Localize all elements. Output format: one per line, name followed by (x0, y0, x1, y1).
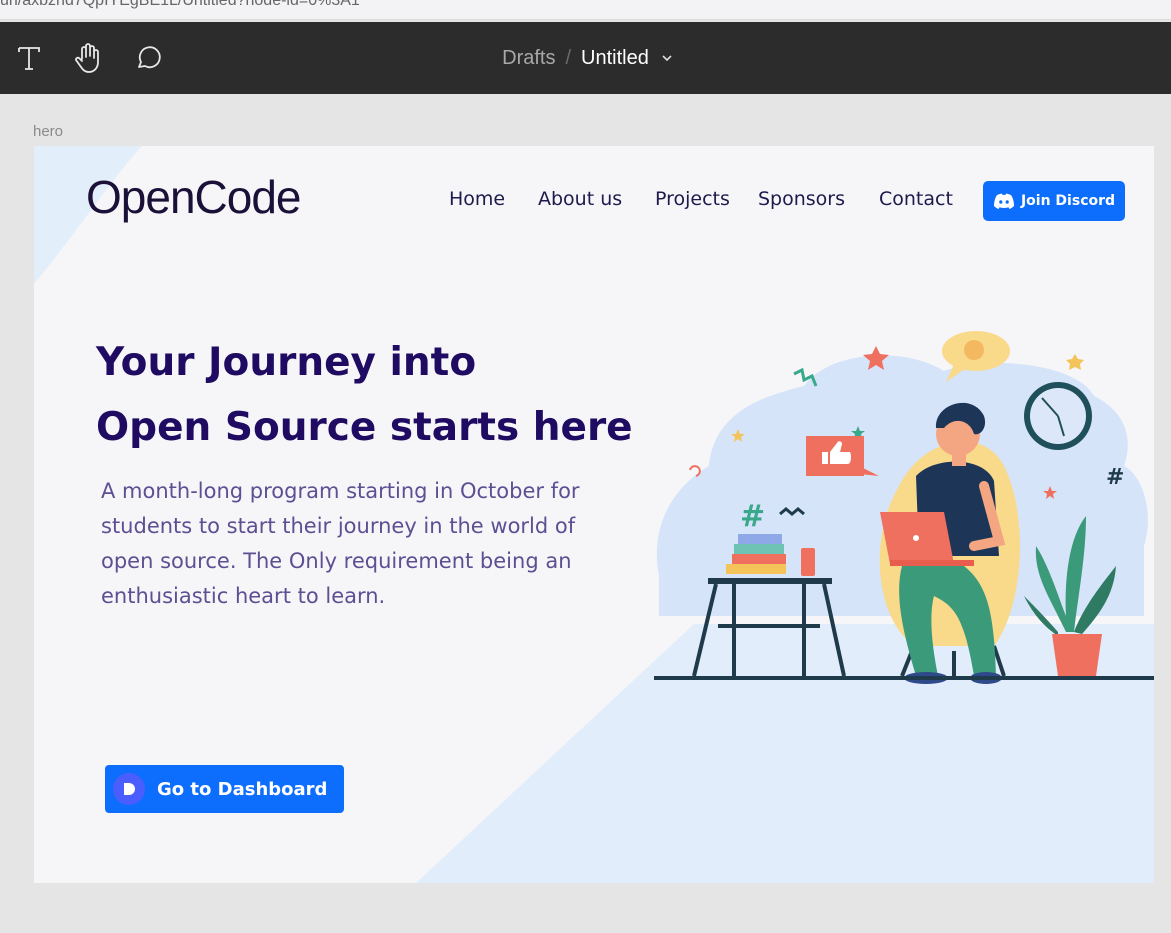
discord-icon (993, 193, 1014, 209)
developer-illustration: # # (654, 331, 1154, 684)
nav-about-us[interactable]: About us (538, 188, 622, 210)
join-discord-button[interactable]: Join Discord (983, 181, 1125, 221)
figma-toolbar: Drafts / Untitled (0, 22, 1171, 94)
opencode-logo[interactable]: OpenCode (86, 170, 301, 224)
hero-title: Your Journey into Open Source starts her… (96, 330, 656, 460)
nav-projects[interactable]: Projects (655, 188, 730, 210)
dashboard-logo-icon (113, 773, 145, 805)
browser-url-bar[interactable]: un/axbzhd7QpIYEgBE1L/Untitled?node-id=0%… (0, 0, 1171, 20)
hash-icon: # (1106, 465, 1124, 490)
hash-icon: # (740, 499, 765, 534)
hero-title-line-2: Open Source starts here (96, 405, 633, 450)
plant-pot (1052, 634, 1102, 676)
hero-title-line-1: Your Journey into (96, 340, 477, 385)
chevron-down-icon[interactable] (661, 54, 673, 62)
join-discord-label: Join Discord (1020, 193, 1116, 209)
hero-description: A month-long program starting in October… (101, 479, 580, 608)
nav-home[interactable]: Home (449, 188, 505, 210)
hero-frame[interactable]: OpenCode Home About us Projects Sponsors… (34, 146, 1154, 883)
go-to-dashboard-label: Go to Dashboard (157, 778, 328, 800)
nav-contact[interactable]: Contact (879, 188, 953, 210)
go-to-dashboard-button[interactable]: Go to Dashboard (105, 765, 344, 813)
breadcrumb-drafts[interactable]: Drafts (502, 47, 555, 70)
nav-sponsors[interactable]: Sponsors (758, 188, 845, 210)
file-breadcrumb: Drafts / Untitled (0, 22, 1171, 94)
url-text: un/axbzhd7QpIYEgBE1L/Untitled?node-id=0%… (0, 0, 360, 9)
star-icon (1066, 354, 1084, 370)
frame-label[interactable]: hero (33, 123, 63, 140)
breadcrumb-separator: / (565, 46, 572, 69)
breadcrumb-file-name[interactable]: Untitled (581, 47, 649, 70)
